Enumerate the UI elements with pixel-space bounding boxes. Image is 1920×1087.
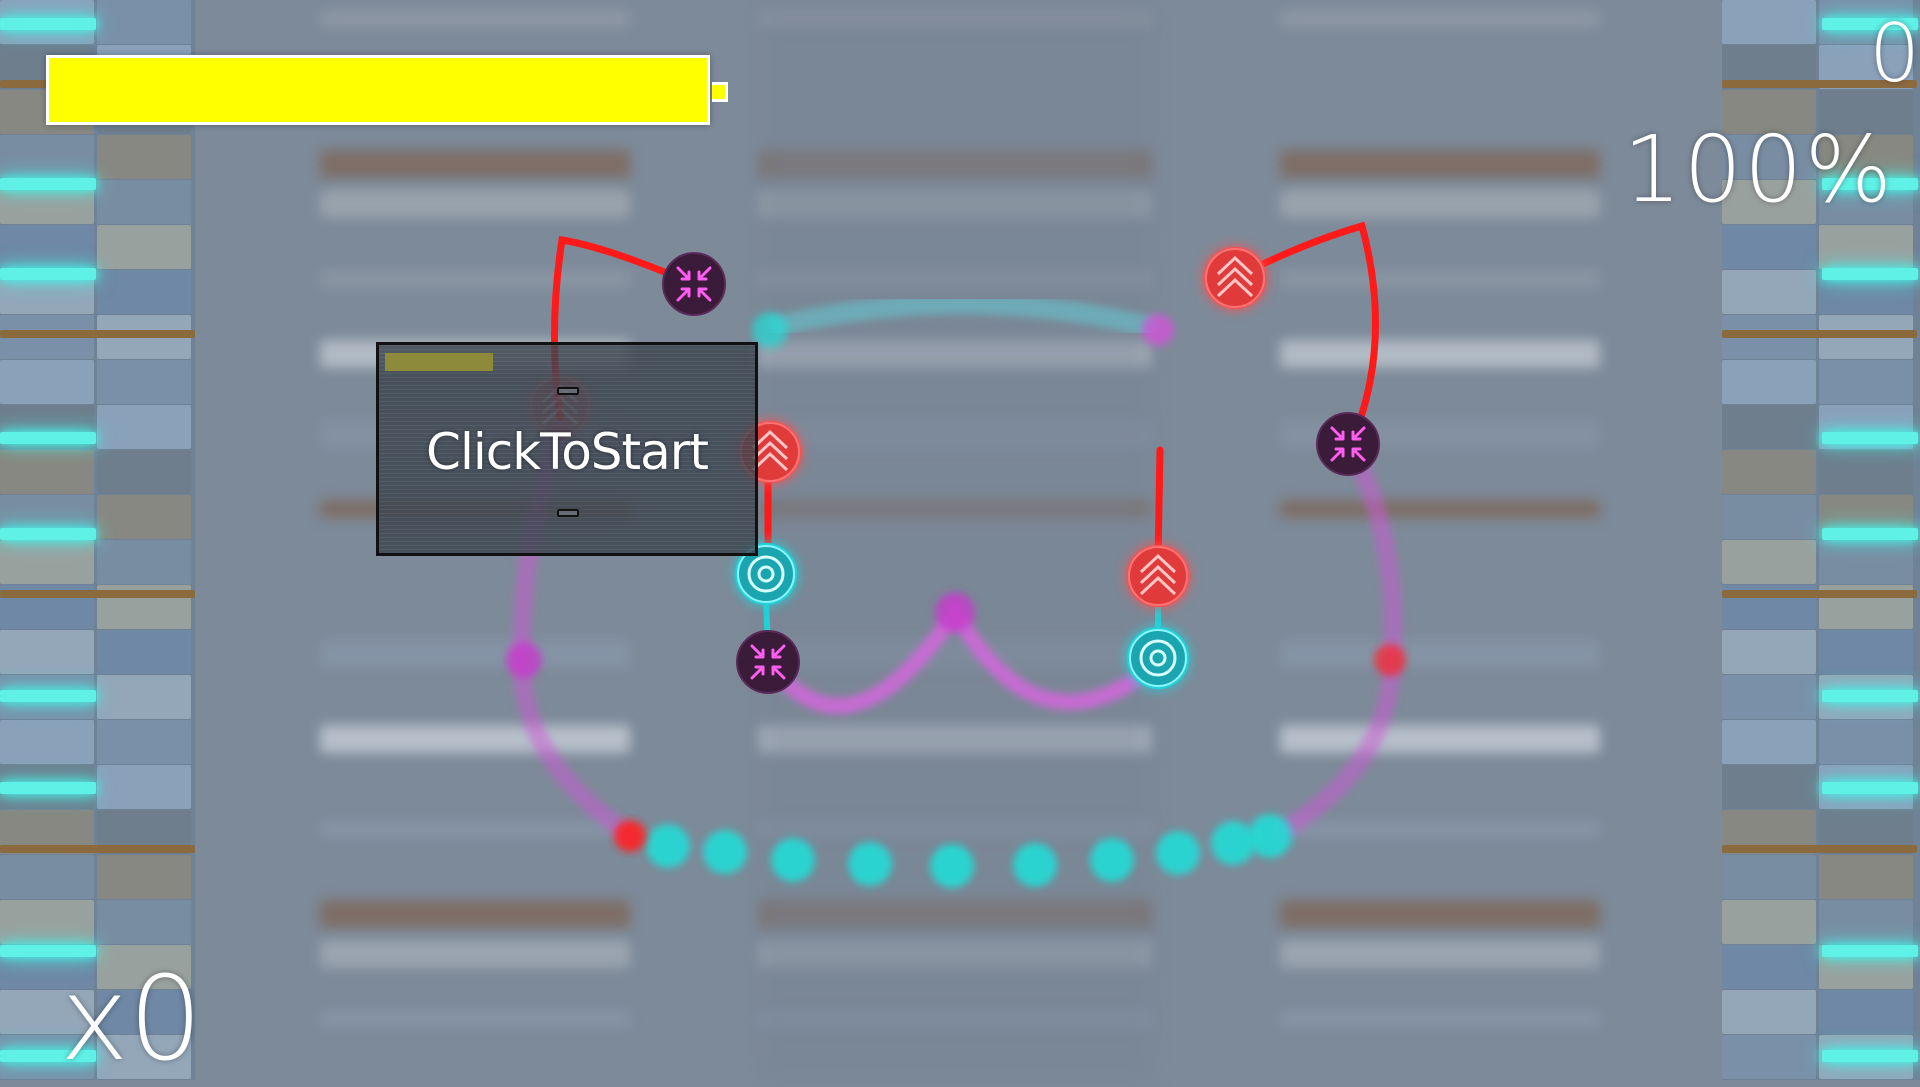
cyan-note-blob <box>1090 838 1134 882</box>
start-panel-handle-bottom[interactable] <box>557 509 579 517</box>
cyan-note-blob <box>848 842 892 886</box>
click-to-start-button[interactable]: ClickToStart <box>376 342 758 556</box>
game-stage[interactable]: 0 100% x0 ClickToStart <box>0 0 1920 1080</box>
compress-arrows-icon <box>1316 412 1380 476</box>
target-ring-icon <box>1127 627 1189 689</box>
cyan-note-blob <box>930 844 974 888</box>
health-gauge-tip <box>712 82 728 102</box>
red-right-ear-path <box>1231 221 1380 424</box>
chevron-up-icon <box>1127 545 1189 607</box>
accuracy-display: 100% <box>1622 116 1894 223</box>
red-note-blob <box>614 820 646 852</box>
red-note-blob <box>1374 644 1406 676</box>
combo-counter: x0 <box>60 952 203 1087</box>
chevron-up-icon <box>1204 247 1266 309</box>
click-to-start-label: ClickToStart <box>426 423 709 481</box>
magenta-note-blob <box>506 642 542 678</box>
compress-arrows-icon <box>662 252 726 316</box>
health-gauge-fill <box>49 58 707 122</box>
start-panel-handle-top[interactable] <box>557 387 579 395</box>
cyan-note-blob <box>771 838 815 882</box>
magenta-note-blob <box>1142 314 1174 346</box>
cyan-note-blob <box>1013 843 1057 887</box>
magenta-right-path <box>1270 440 1403 843</box>
cyan-arc-path <box>767 294 1158 338</box>
cyan-note-blob <box>1211 821 1255 865</box>
magenta-note-blob <box>935 592 975 632</box>
score-display: 0 <box>1869 7 1920 100</box>
cyan-note-blob <box>703 830 747 874</box>
red-right-hold-path <box>1154 446 1164 564</box>
health-gauge <box>46 55 710 125</box>
start-panel-mini-gauge <box>385 353 493 371</box>
compress-arrows-icon <box>736 630 800 694</box>
cyan-note-blob <box>1248 814 1292 858</box>
cyan-note-blob <box>1156 831 1200 875</box>
cyan-note-blob <box>646 824 690 868</box>
